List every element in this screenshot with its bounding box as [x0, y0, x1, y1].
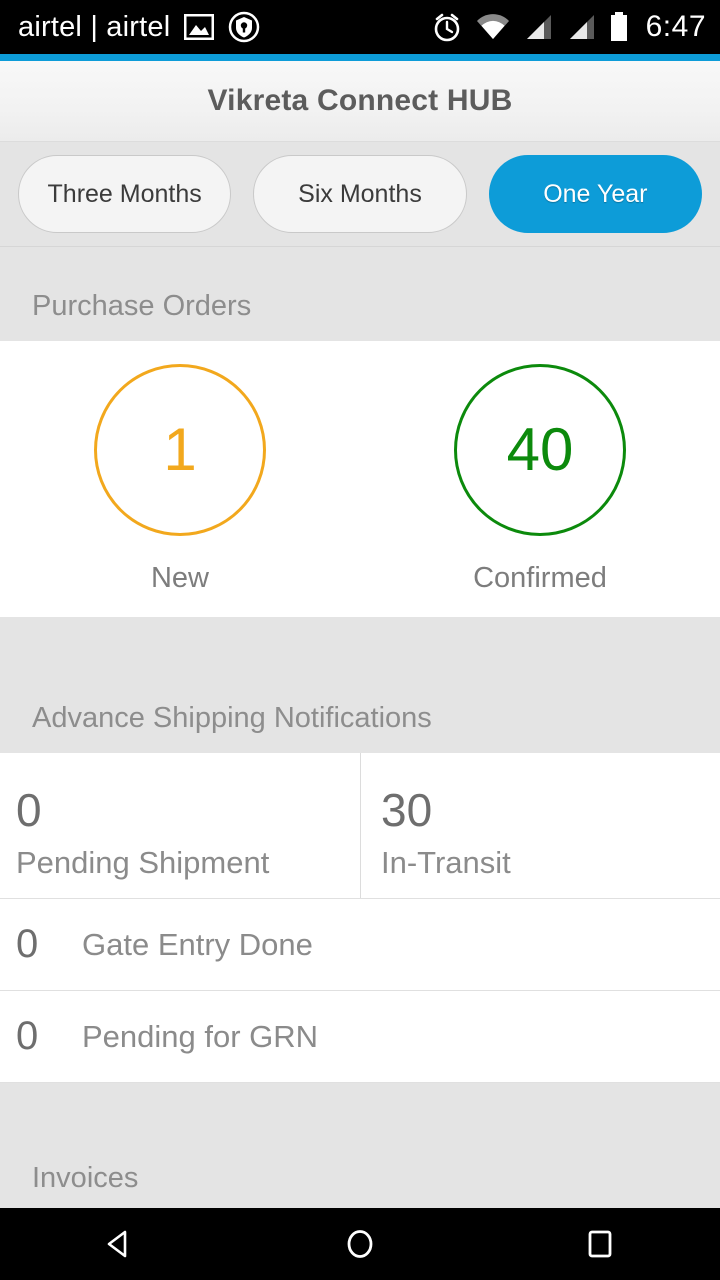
- image-icon: [184, 14, 215, 40]
- status-right-icons: 6:47: [431, 10, 706, 44]
- filter-one-year[interactable]: One Year: [488, 155, 702, 233]
- filter-six-months-label: Six Months: [298, 179, 422, 208]
- section-header-invoices: Invoices: [0, 1083, 720, 1208]
- metric-pending-shipment-value: 0: [16, 784, 42, 837]
- carrier-label: airtel | airtel: [18, 10, 171, 43]
- status-bar: airtel | airtel 6:47: [0, 0, 720, 54]
- metric-new-label: New: [150, 561, 209, 594]
- status-left-icons: [184, 11, 260, 43]
- metric-gate-entry-done[interactable]: 0 Gate Entry Done: [0, 899, 720, 991]
- section-title-advance-shipping-notifications: Advance Shipping Notifications: [32, 702, 432, 734]
- dashboard-scroll-area[interactable]: Purchase Orders 1 New 40 Confirmed Advan…: [0, 247, 720, 1208]
- metric-new-value: 1: [163, 415, 197, 483]
- metric-confirmed-circle: 40: [454, 363, 626, 536]
- metric-pending-shipment[interactable]: 0 Pending Shipment: [0, 753, 360, 898]
- section-title-purchase-orders: Purchase Orders: [32, 290, 252, 322]
- page-title: Vikreta Connect HUB: [207, 84, 513, 117]
- clock-label: 6:47: [645, 10, 706, 43]
- metric-pending-for-grn[interactable]: 0 Pending for GRN: [0, 991, 720, 1083]
- metric-pending-for-grn-label: Pending for GRN: [82, 1018, 319, 1054]
- wifi-icon: [476, 14, 510, 40]
- metric-in-transit-label: In-Transit: [381, 844, 511, 880]
- metric-in-transit[interactable]: 30 In-Transit: [360, 753, 720, 898]
- period-filter-bar: Three Months Six Months One Year: [0, 142, 720, 247]
- metric-confirmed[interactable]: 40 Confirmed: [360, 363, 720, 595]
- shield-badge-icon: [228, 11, 260, 43]
- section-title-invoices: Invoices: [32, 1162, 139, 1194]
- signal-icon-1: [523, 14, 553, 40]
- accent-bar: [0, 54, 720, 61]
- app-screen: airtel | airtel 6:47 Vikreta Connect HUB…: [0, 0, 720, 1280]
- signal-icon-2: [566, 14, 596, 40]
- battery-icon: [609, 12, 629, 42]
- section-header-advance-shipping-notifications: Advance Shipping Notifications: [0, 617, 720, 753]
- alarm-icon: [431, 11, 463, 43]
- section-header-purchase-orders: Purchase Orders: [0, 247, 720, 341]
- filter-three-months[interactable]: Three Months: [18, 155, 232, 233]
- back-button[interactable]: [60, 1208, 180, 1280]
- metric-new[interactable]: 1 New: [0, 363, 360, 595]
- filter-six-months[interactable]: Six Months: [253, 155, 467, 233]
- metric-confirmed-label: Confirmed: [473, 561, 607, 594]
- system-navigation-bar: [0, 1208, 720, 1280]
- metric-pending-shipment-label: Pending Shipment: [16, 844, 270, 880]
- purchase-orders-card: 1 New 40 Confirmed: [0, 341, 720, 617]
- metric-pending-for-grn-value: 0: [16, 1014, 39, 1058]
- metric-gate-entry-done-label: Gate Entry Done: [82, 926, 313, 962]
- filter-three-months-label: Three Months: [47, 179, 202, 208]
- metric-in-transit-value: 30: [381, 784, 433, 837]
- metric-gate-entry-done-value: 0: [16, 922, 39, 966]
- app-title-bar: Vikreta Connect HUB: [0, 61, 720, 142]
- metric-confirmed-value: 40: [506, 415, 574, 483]
- recents-button[interactable]: [540, 1208, 660, 1280]
- filter-one-year-label: One Year: [543, 179, 648, 208]
- metric-new-circle: 1: [94, 363, 266, 536]
- asn-split-row: 0 Pending Shipment 30 In-Transit: [0, 753, 720, 899]
- home-button[interactable]: [300, 1208, 420, 1280]
